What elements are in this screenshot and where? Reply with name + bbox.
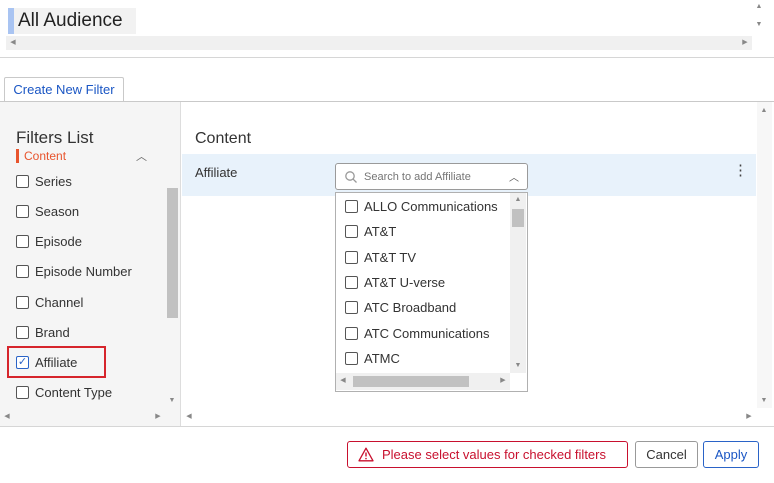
tab-create-new-filter[interactable]: Create New Filter xyxy=(4,77,124,102)
checkbox[interactable] xyxy=(345,199,358,213)
scroll-left-icon[interactable]: ◀ xyxy=(182,410,196,424)
scroll-right-icon[interactable]: ▶ xyxy=(738,36,752,50)
checkbox[interactable] xyxy=(16,234,29,248)
scroll-down-icon[interactable]: ▼ xyxy=(757,394,771,408)
checkbox[interactable] xyxy=(345,351,358,365)
filter-item-content-type[interactable]: Content Type xyxy=(16,382,112,402)
option-item[interactable]: ALLO Communications xyxy=(345,196,498,216)
option-label: ATMC xyxy=(364,350,400,366)
chevron-up-icon[interactable]: ︿ xyxy=(509,169,519,184)
option-item[interactable]: AT&T xyxy=(345,221,396,241)
scroll-up-icon[interactable]: ▲ xyxy=(757,104,771,118)
checkbox[interactable] xyxy=(16,385,29,399)
checkbox[interactable] xyxy=(16,325,29,339)
scroll-down-icon[interactable]: ▼ xyxy=(511,359,525,373)
filter-item-channel[interactable]: Channel xyxy=(16,292,83,312)
filter-item-label: Episode xyxy=(35,233,82,249)
footer-divider xyxy=(0,426,774,427)
filter-item-label: Season xyxy=(35,203,80,219)
option-label: AT&T xyxy=(364,223,397,239)
checkbox[interactable] xyxy=(16,264,29,278)
scroll-up-icon[interactable]: ▲ xyxy=(752,0,766,14)
affiliate-search-box[interactable]: ︿ xyxy=(335,163,528,190)
checkbox[interactable] xyxy=(16,204,29,218)
checkbox[interactable] xyxy=(345,224,358,238)
option-label: ALLO Communications xyxy=(364,198,498,214)
affiliate-options-list[interactable]: ALLO Communications AT&T AT&T TV AT&T U-… xyxy=(335,192,528,392)
validation-warning: Please select values for checked filters xyxy=(347,441,628,468)
checkbox[interactable] xyxy=(16,174,29,188)
content-horizontal-scrollbar[interactable]: ◀ ▶ xyxy=(182,410,756,424)
filter-item-label: Channel xyxy=(35,294,84,310)
affiliate-highlight-box xyxy=(7,346,106,378)
filter-item-label: Episode Number xyxy=(35,263,132,279)
content-heading: Content xyxy=(195,130,252,147)
filter-item-brand[interactable]: Brand xyxy=(16,322,70,342)
options-horizontal-thumb[interactable] xyxy=(353,376,469,387)
filter-item-label: Brand xyxy=(35,324,70,340)
affiliate-search-input[interactable] xyxy=(364,170,504,183)
scroll-down-icon[interactable]: ▼ xyxy=(165,394,179,408)
option-item[interactable]: ATMC xyxy=(345,348,400,368)
audience-vertical-scrollbar[interactable]: ▲ ▼ xyxy=(752,0,766,36)
warning-triangle-icon xyxy=(358,447,374,462)
checkbox[interactable] xyxy=(345,250,358,264)
scroll-right-icon[interactable]: ▶ xyxy=(742,410,756,424)
filters-list-title: Filters List xyxy=(16,128,94,147)
scroll-left-icon[interactable]: ◀ xyxy=(6,36,20,50)
filter-item-season[interactable]: Season xyxy=(16,201,79,221)
option-label: AT&T U-verse xyxy=(364,274,446,290)
audience-title[interactable]: All Audience xyxy=(14,8,136,34)
warning-text: Please select values for checked filters xyxy=(382,447,606,462)
options-scroll-thumb[interactable] xyxy=(512,209,524,227)
content-section-label[interactable]: Content xyxy=(16,149,66,163)
scroll-down-icon[interactable]: ▼ xyxy=(752,18,766,32)
option-item[interactable]: ATC Broadband xyxy=(345,297,456,317)
filter-item-label: Content Type xyxy=(35,384,113,400)
scroll-left-icon[interactable]: ◀ xyxy=(336,374,350,388)
cancel-button[interactable]: Cancel xyxy=(635,441,698,468)
scroll-up-icon[interactable]: ▲ xyxy=(511,193,525,207)
option-label: ATC Broadband xyxy=(364,299,457,315)
checkbox[interactable] xyxy=(16,295,29,309)
scroll-left-icon[interactable]: ◀ xyxy=(0,410,14,424)
option-label: AT&T TV xyxy=(364,249,417,265)
audience-horizontal-scrollbar[interactable]: ◀ ▶ xyxy=(6,36,752,50)
option-item[interactable]: AT&T TV xyxy=(345,247,416,267)
filter-item-series[interactable]: Series xyxy=(16,171,72,191)
filters-horizontal-scrollbar[interactable]: ◀ ▶ xyxy=(0,410,165,424)
option-label: ATC Communications xyxy=(364,325,490,341)
option-item[interactable]: AT&T U-verse xyxy=(345,272,445,292)
checkbox[interactable] xyxy=(345,300,358,314)
chevron-up-icon[interactable]: ︿ xyxy=(136,148,147,164)
checkbox[interactable] xyxy=(345,275,358,289)
more-options-icon[interactable]: ⋮ xyxy=(733,163,748,179)
content-vertical-scrollbar[interactable]: ▲ ▼ xyxy=(757,102,772,408)
filter-item-episode[interactable]: Episode xyxy=(16,231,82,251)
scroll-right-icon[interactable]: ▶ xyxy=(151,410,165,424)
scroll-right-icon[interactable]: ▶ xyxy=(496,374,510,388)
affiliate-row-label: Affiliate xyxy=(195,165,238,180)
checkbox[interactable] xyxy=(345,326,358,340)
apply-button[interactable]: Apply xyxy=(703,441,759,468)
filter-item-label: Series xyxy=(35,173,72,189)
filters-scroll-thumb[interactable] xyxy=(167,188,178,318)
search-icon xyxy=(345,170,357,183)
option-item[interactable]: ATC Communications xyxy=(345,323,489,343)
filter-item-episode-number[interactable]: Episode Number xyxy=(16,261,132,281)
